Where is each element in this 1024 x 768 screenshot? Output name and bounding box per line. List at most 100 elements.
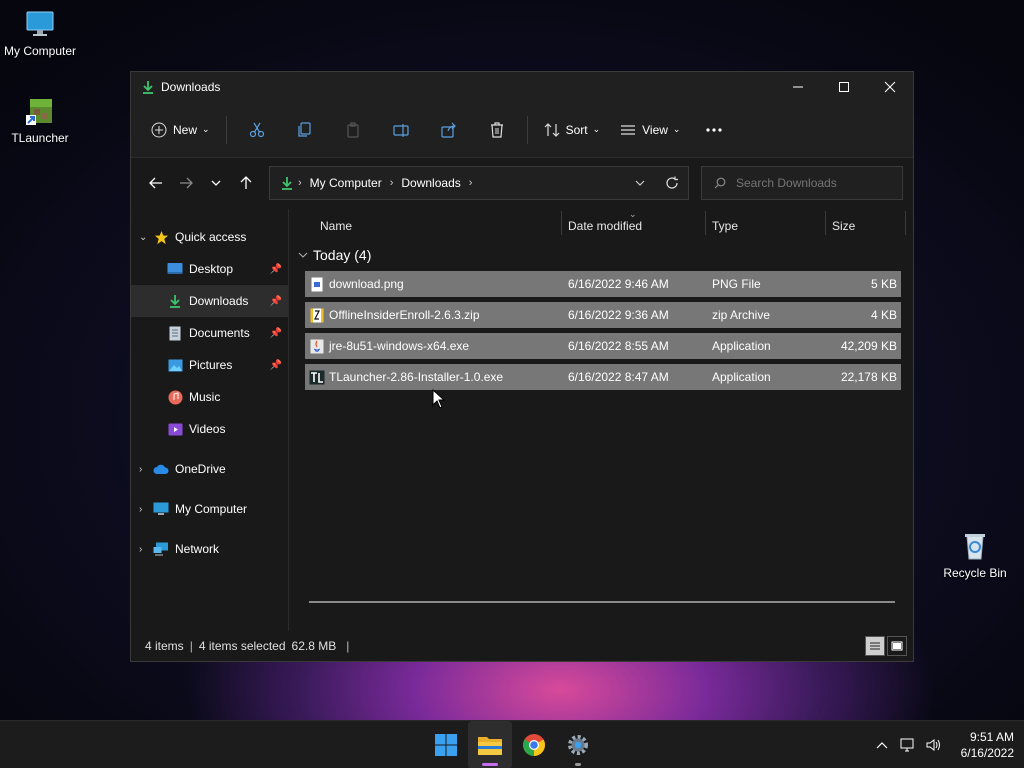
window-title: Downloads xyxy=(161,80,221,94)
chevron-right-icon[interactable]: › xyxy=(139,544,153,555)
horizontal-scrollbar[interactable] xyxy=(309,601,895,603)
sidebar-item-desktop[interactable]: Desktop 📌 xyxy=(131,253,288,285)
network-tray-button[interactable] xyxy=(895,738,921,752)
pin-icon[interactable]: 📌 xyxy=(270,328,282,339)
rename-button[interactable] xyxy=(377,114,425,146)
command-bar: New ⌄ Sort ⌄ View ⌄ xyxy=(131,102,913,158)
sidebar-item-pictures[interactable]: Pictures 📌 xyxy=(131,349,288,381)
cut-button[interactable] xyxy=(233,114,281,146)
table-row[interactable]: OfflineInsiderEnroll-2.6.3.zip 6/16/2022… xyxy=(305,302,901,328)
sidebar-item-label: Documents xyxy=(189,326,250,340)
desktop-icon-recycle-bin[interactable]: Recycle Bin xyxy=(935,530,1015,580)
column-header-label: Date modified xyxy=(568,219,643,233)
minimize-button[interactable] xyxy=(775,72,821,102)
delete-button[interactable] xyxy=(473,114,521,146)
file-explorer-window: Downloads New ⌄ Sort ⌄ View ⌄ › My Compu… xyxy=(130,71,914,662)
arrow-up-icon xyxy=(240,176,252,189)
search-box[interactable] xyxy=(701,166,903,200)
maximize-icon xyxy=(839,82,849,92)
sidebar-item-quick-access[interactable]: ⌄ Quick access xyxy=(131,221,288,253)
taskbar-chrome[interactable] xyxy=(512,721,556,768)
chevron-right-icon: › xyxy=(389,177,394,189)
taskbar: 9:51 AM 6/16/2022 xyxy=(0,720,1024,768)
file-type: PNG File xyxy=(712,277,761,291)
table-row[interactable]: jre-8u51-windows-x64.exe 6/16/2022 8:55 … xyxy=(305,333,901,359)
taskbar-file-explorer[interactable] xyxy=(468,721,512,768)
status-selected-count: 4 items selected xyxy=(198,639,286,653)
address-bar[interactable]: › My Computer › Downloads › xyxy=(269,166,689,200)
sidebar-item-my-computer[interactable]: › My Computer xyxy=(131,493,288,525)
column-header-size[interactable]: Size xyxy=(832,215,855,237)
pin-icon[interactable]: 📌 xyxy=(270,360,282,371)
png-file-icon xyxy=(309,276,325,292)
new-button[interactable]: New ⌄ xyxy=(141,114,220,146)
view-button[interactable]: View ⌄ xyxy=(610,114,690,146)
more-options-button[interactable] xyxy=(690,114,738,146)
table-row[interactable]: TLauncher-2.86-Installer-1.0.exe 6/16/20… xyxy=(305,364,901,390)
sidebar-item-network[interactable]: › Network xyxy=(131,533,288,565)
refresh-button[interactable] xyxy=(656,167,688,199)
chevron-down-icon[interactable]: ⌄ xyxy=(139,232,153,243)
file-date: 6/16/2022 8:55 AM xyxy=(568,339,669,353)
chevron-right-icon[interactable]: › xyxy=(139,504,153,515)
volume-tray-button[interactable] xyxy=(921,738,947,752)
details-view-icon xyxy=(870,642,880,650)
desktop-icon-label: TLauncher xyxy=(11,131,69,145)
sidebar-item-downloads[interactable]: Downloads 📌 xyxy=(131,285,288,317)
recent-locations-button[interactable] xyxy=(201,168,231,198)
forward-button[interactable] xyxy=(171,168,201,198)
address-history-button[interactable] xyxy=(624,167,656,199)
desktop-icon-my-computer[interactable]: My Computer xyxy=(0,8,80,58)
column-divider[interactable] xyxy=(825,211,826,235)
sort-indicator-icon: ⌄ xyxy=(629,209,637,219)
sidebar-item-videos[interactable]: Videos xyxy=(131,413,288,445)
file-type: zip Archive xyxy=(712,308,771,322)
column-divider[interactable] xyxy=(905,211,906,235)
taskbar-clock[interactable]: 9:51 AM 6/16/2022 xyxy=(961,729,1014,761)
search-input[interactable] xyxy=(736,176,896,190)
chevron-right-icon[interactable]: › xyxy=(469,177,473,189)
breadcrumb-my-computer[interactable]: My Computer xyxy=(310,176,382,190)
taskbar-settings[interactable] xyxy=(556,721,600,768)
sidebar-item-label: Quick access xyxy=(175,230,247,244)
table-row[interactable]: download.png 6/16/2022 9:46 AM PNG File … xyxy=(305,271,901,297)
back-button[interactable] xyxy=(141,168,171,198)
share-icon xyxy=(440,122,456,138)
taskbar-start-button[interactable] xyxy=(424,721,468,768)
group-header-today[interactable]: Today (4) xyxy=(297,247,371,263)
sidebar-item-label: Videos xyxy=(189,422,226,436)
show-hidden-icons-button[interactable] xyxy=(869,741,895,749)
column-header-name[interactable]: Name xyxy=(320,215,352,237)
status-separator: | xyxy=(346,639,350,653)
column-divider[interactable] xyxy=(561,211,562,235)
sidebar-item-documents[interactable]: Documents 📌 xyxy=(131,317,288,349)
maximize-button[interactable] xyxy=(821,72,867,102)
videos-icon xyxy=(167,421,183,437)
paste-button[interactable] xyxy=(329,114,377,146)
scissors-icon xyxy=(249,122,264,137)
arrow-right-icon xyxy=(180,177,193,189)
column-header-type[interactable]: Type xyxy=(712,215,738,237)
file-name: download.png xyxy=(329,277,404,291)
desktop-icon-tlauncher[interactable]: TLauncher xyxy=(0,95,80,145)
sidebar-item-onedrive[interactable]: › OneDrive xyxy=(131,453,288,485)
breadcrumb-downloads[interactable]: Downloads xyxy=(401,176,460,190)
pin-icon[interactable]: 📌 xyxy=(270,296,282,307)
monitor-icon xyxy=(153,501,169,517)
sort-button[interactable]: Sort ⌄ xyxy=(534,114,611,146)
title-bar[interactable]: Downloads xyxy=(131,72,913,102)
network-icon xyxy=(153,541,169,557)
up-button[interactable] xyxy=(231,168,261,198)
pin-icon[interactable]: 📌 xyxy=(270,264,282,275)
sidebar-item-music[interactable]: Music xyxy=(131,381,288,413)
sidebar-item-label: OneDrive xyxy=(175,462,226,476)
tiles-view-button[interactable] xyxy=(887,636,907,656)
copy-button[interactable] xyxy=(281,114,329,146)
chevron-down-icon: ⌄ xyxy=(592,124,601,134)
share-button[interactable] xyxy=(425,114,473,146)
close-button[interactable] xyxy=(867,72,913,102)
chevron-right-icon[interactable]: › xyxy=(139,464,153,475)
details-view-button[interactable] xyxy=(865,636,885,656)
column-divider[interactable] xyxy=(705,211,706,235)
java-icon xyxy=(309,338,325,354)
